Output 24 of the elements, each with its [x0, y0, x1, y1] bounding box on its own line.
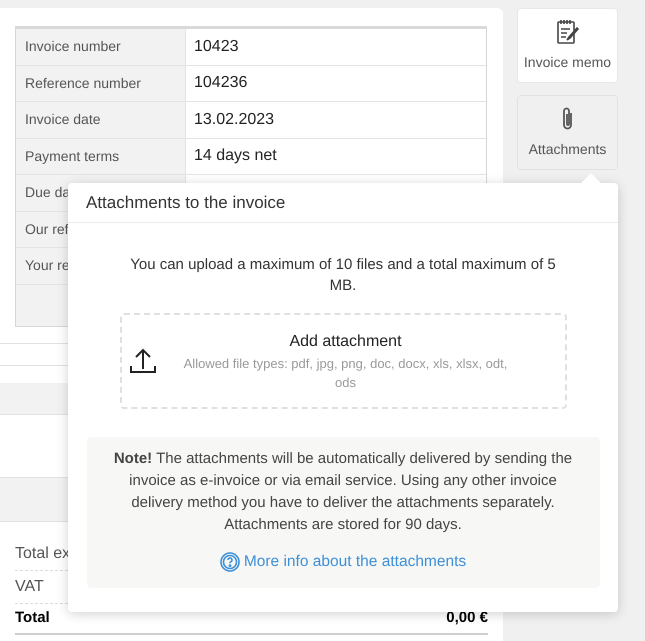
field-value: 13.02.2023: [194, 110, 274, 130]
paperclip-icon: [560, 106, 574, 132]
allowed-types-text: Allowed file types: pdf, jpg, png, doc, docx, xls, xlsx, odt, ods: [183, 355, 508, 392]
memo-button[interactable]: Invoice memo: [517, 8, 618, 83]
field-value: 10423: [194, 36, 238, 57]
upload-limit-text: You can upload a maximum of 10 files and a total maximum of 5 MB.: [129, 255, 557, 296]
field-label: Payment terms: [25, 146, 120, 166]
total-value: 0,00 €: [446, 608, 488, 628]
popover-title: Attachments to the invoice: [86, 192, 286, 214]
dropzone-title: Add attachment: [289, 332, 402, 352]
field-label: Reference number: [25, 74, 141, 93]
notepad-icon: [556, 18, 580, 44]
total-label: VAT: [15, 576, 44, 596]
attachments-button[interactable]: Attachments: [517, 95, 618, 170]
field-label: Invoice number: [25, 37, 121, 56]
upload-icon: [128, 347, 156, 375]
field-label: Invoice date: [25, 110, 100, 130]
note-text: Note! The attachments will be automatically delivered by sending the invoice as e-invoice or via email service. Using any other invoice delivery method you have to deliver the attachments separately. Attachments are stored for 90 days.: [112, 449, 574, 535]
total-label: Total: [15, 608, 50, 628]
field-value: 14 days net: [194, 146, 277, 166]
help-icon: [220, 552, 240, 572]
field-label: Our ref: [25, 220, 69, 239]
field-value: 104236: [194, 73, 248, 94]
attachment-dropzone[interactable]: Add attachment Allowed file types: pdf, jpg, png, doc, docx, xls, xlsx, odt, ods: [120, 313, 566, 409]
